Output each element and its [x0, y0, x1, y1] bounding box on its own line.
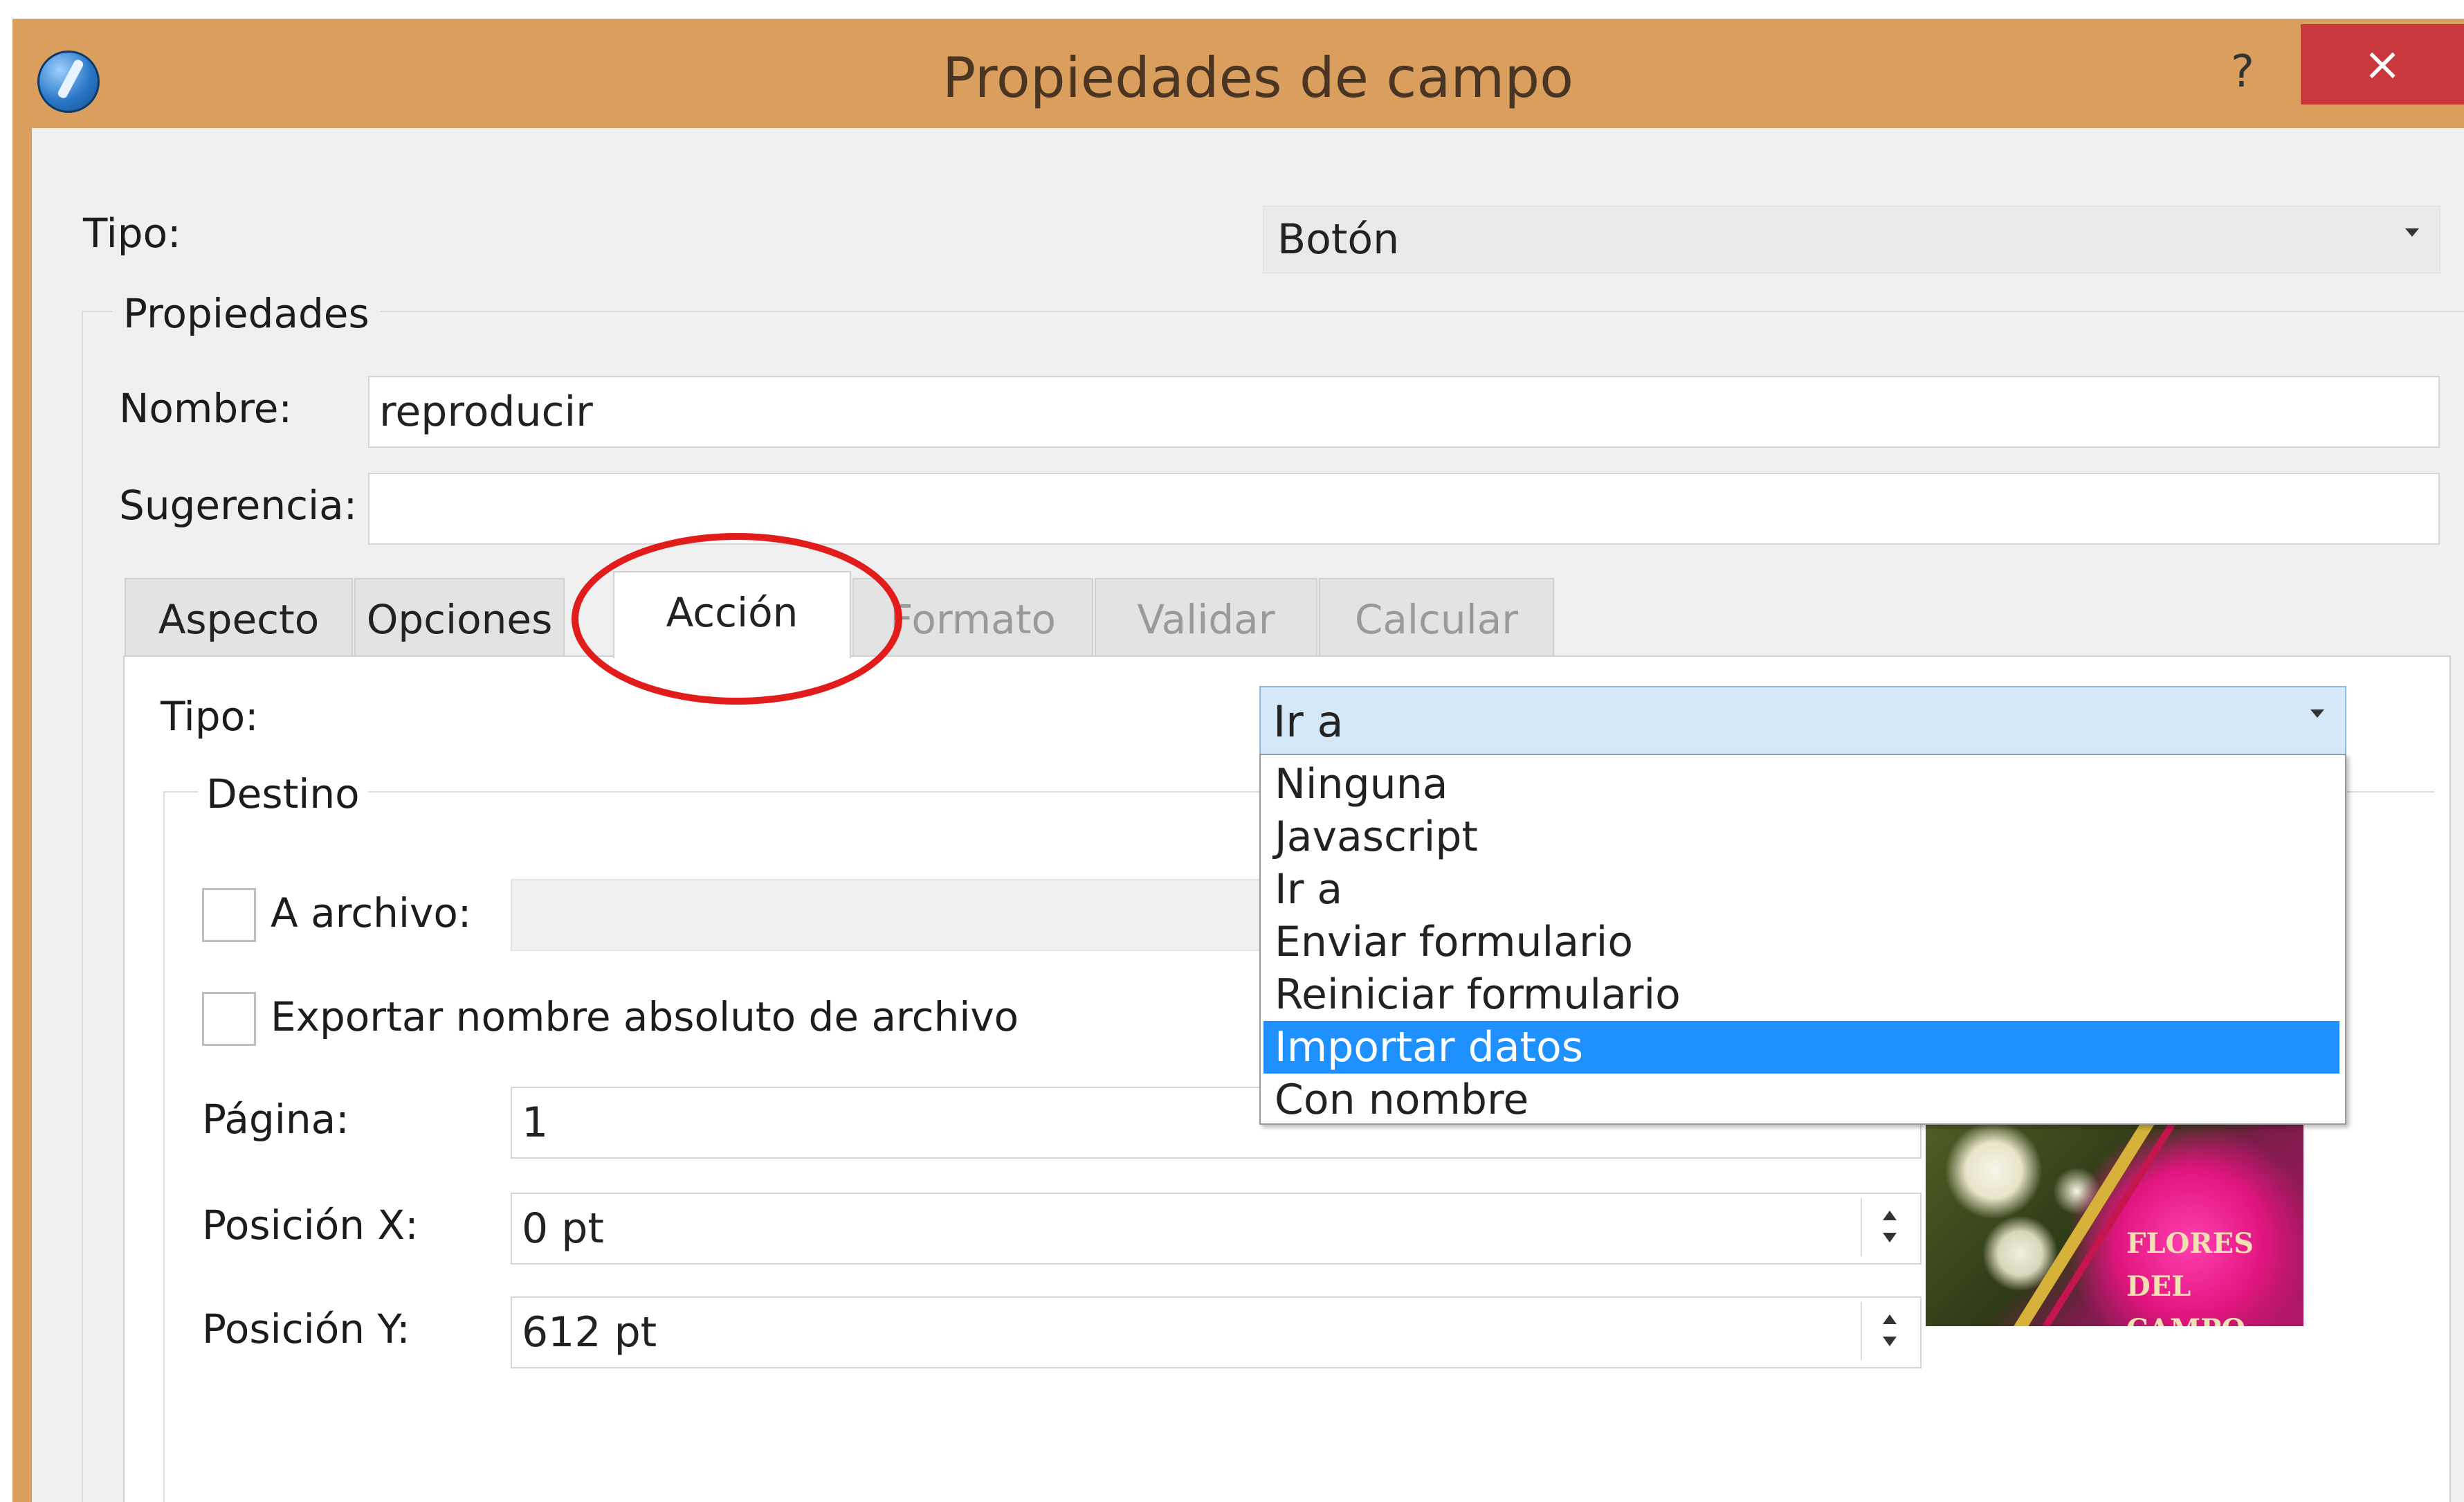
- dropdown-option-reiniciar-formulario[interactable]: Reiniciar formulario: [1263, 968, 2339, 1021]
- action-type-value: Ir a: [1273, 696, 1344, 747]
- page-label: Página:: [202, 1096, 349, 1143]
- title-bar[interactable]: Propiedades de campo ? ×: [12, 19, 2464, 128]
- page-value: 1: [522, 1098, 549, 1147]
- dropdown-option-con-nombre[interactable]: Con nombre: [1263, 1074, 2339, 1126]
- dropdown-option-javascript[interactable]: Javascript: [1263, 811, 2339, 863]
- name-input[interactable]: reproducir: [368, 376, 2440, 448]
- position-y-input[interactable]: 612 pt: [511, 1296, 1922, 1368]
- position-x-input[interactable]: 0 pt: [511, 1193, 1922, 1265]
- tooltip-label: Sugerencia:: [119, 482, 358, 529]
- field-type-select[interactable]: Botón: [1263, 206, 2440, 273]
- tab-aspecto[interactable]: Aspecto: [125, 578, 353, 657]
- spin-up-icon[interactable]: [1883, 1314, 1897, 1324]
- field-type-label: Tipo:: [83, 210, 181, 257]
- preview-text-line: CAMPO: [2126, 1308, 2254, 1326]
- spin-up-icon[interactable]: [1883, 1211, 1897, 1220]
- name-value: reproducir: [379, 388, 593, 436]
- chevron-down-icon: [2310, 709, 2324, 718]
- position-y-spinner[interactable]: [1861, 1302, 1917, 1360]
- to-file-checkbox[interactable]: [202, 888, 256, 942]
- tab-accion[interactable]: Acción: [613, 571, 851, 658]
- dropdown-option-ninguna[interactable]: Ninguna: [1263, 758, 2339, 811]
- to-file-input: [511, 879, 1268, 951]
- position-y-label: Posición Y:: [202, 1305, 410, 1352]
- dropdown-option-ir-a[interactable]: Ir a: [1263, 863, 2339, 916]
- field-type-value: Botón: [1277, 215, 1400, 264]
- position-y-value: 612 pt: [522, 1308, 657, 1357]
- dropdown-option-enviar-formulario[interactable]: Enviar formulario: [1263, 916, 2339, 968]
- preview-text: FLORES DEL CAMPO: [2126, 1222, 2254, 1326]
- close-button[interactable]: ×: [2301, 24, 2464, 105]
- action-type-label: Tipo:: [161, 693, 259, 740]
- chevron-down-icon: [2405, 228, 2419, 237]
- action-type-select[interactable]: Ir a: [1259, 686, 2346, 757]
- destination-preview-image: FLORES DEL CAMPO: [1926, 1119, 2303, 1326]
- tab-validar[interactable]: Validar: [1095, 578, 1317, 657]
- destination-group-title: Destino: [198, 766, 368, 822]
- position-x-spinner[interactable]: [1861, 1198, 1917, 1256]
- help-button[interactable]: ?: [2208, 41, 2277, 103]
- tab-formato[interactable]: Formato: [852, 578, 1093, 657]
- position-x-label: Posición X:: [202, 1202, 419, 1249]
- spin-down-icon[interactable]: [1883, 1233, 1897, 1242]
- app-icon: [37, 51, 100, 113]
- tab-calcular[interactable]: Calcular: [1319, 578, 1554, 657]
- export-absolute-label: Exportar nombre absoluto de archivo: [271, 993, 1019, 1040]
- tooltip-input[interactable]: [368, 473, 2440, 545]
- name-label: Nombre:: [119, 385, 292, 432]
- to-file-label: A archivo:: [271, 889, 472, 937]
- export-absolute-checkbox[interactable]: [202, 992, 256, 1046]
- tab-opciones[interactable]: Opciones: [354, 578, 565, 657]
- spin-down-icon[interactable]: [1883, 1337, 1897, 1346]
- preview-text-line: FLORES: [2126, 1227, 2254, 1260]
- position-x-value: 0 pt: [522, 1204, 604, 1253]
- preview-text-line: DEL: [2126, 1270, 2191, 1303]
- action-type-dropdown[interactable]: Ninguna Javascript Ir a Enviar formulari…: [1259, 754, 2346, 1125]
- window-title: Propiedades de campo: [942, 46, 1574, 110]
- dropdown-option-importar-datos[interactable]: Importar datos: [1263, 1021, 2339, 1074]
- dialog-body: Tipo: Botón Propiedades Nombre: reproduc…: [32, 128, 2464, 1502]
- dialog-window: Propiedades de campo ? × Tipo: Botón Pro…: [12, 19, 2464, 1502]
- properties-group-title: Propiedades: [112, 286, 381, 341]
